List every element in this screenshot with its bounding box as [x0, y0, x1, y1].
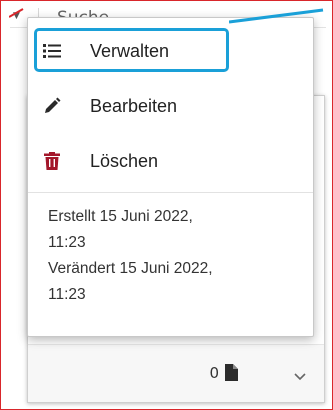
- trash-icon: [44, 152, 60, 170]
- menu-item-loeschen[interactable]: Löschen: [28, 136, 315, 186]
- file-icon: [225, 364, 238, 381]
- highlight-box: [34, 28, 229, 72]
- menu-item-label: Löschen: [90, 150, 159, 171]
- modified-time: 11:23: [48, 286, 86, 303]
- callout-line: [229, 8, 324, 24]
- pencil-icon: [45, 97, 61, 113]
- card-footer: 0: [28, 344, 324, 402]
- menu-divider: [28, 192, 313, 193]
- created-time: 11:23: [48, 234, 86, 251]
- callout-arrow-icon: [9, 8, 24, 18]
- timestamps: Erstellt 15 Juni 2022, 11:23 Verändert 1…: [48, 204, 298, 308]
- menu-item-bearbeiten[interactable]: Bearbeiten: [28, 81, 315, 131]
- menu-item-label: Bearbeiten: [90, 95, 178, 116]
- file-count: 0: [209, 364, 219, 382]
- modified-date: Verändert 15 Juni 2022,: [48, 260, 213, 277]
- chevron-down-icon[interactable]: [292, 368, 308, 384]
- created-date: Erstellt 15 Juni 2022,: [48, 208, 193, 225]
